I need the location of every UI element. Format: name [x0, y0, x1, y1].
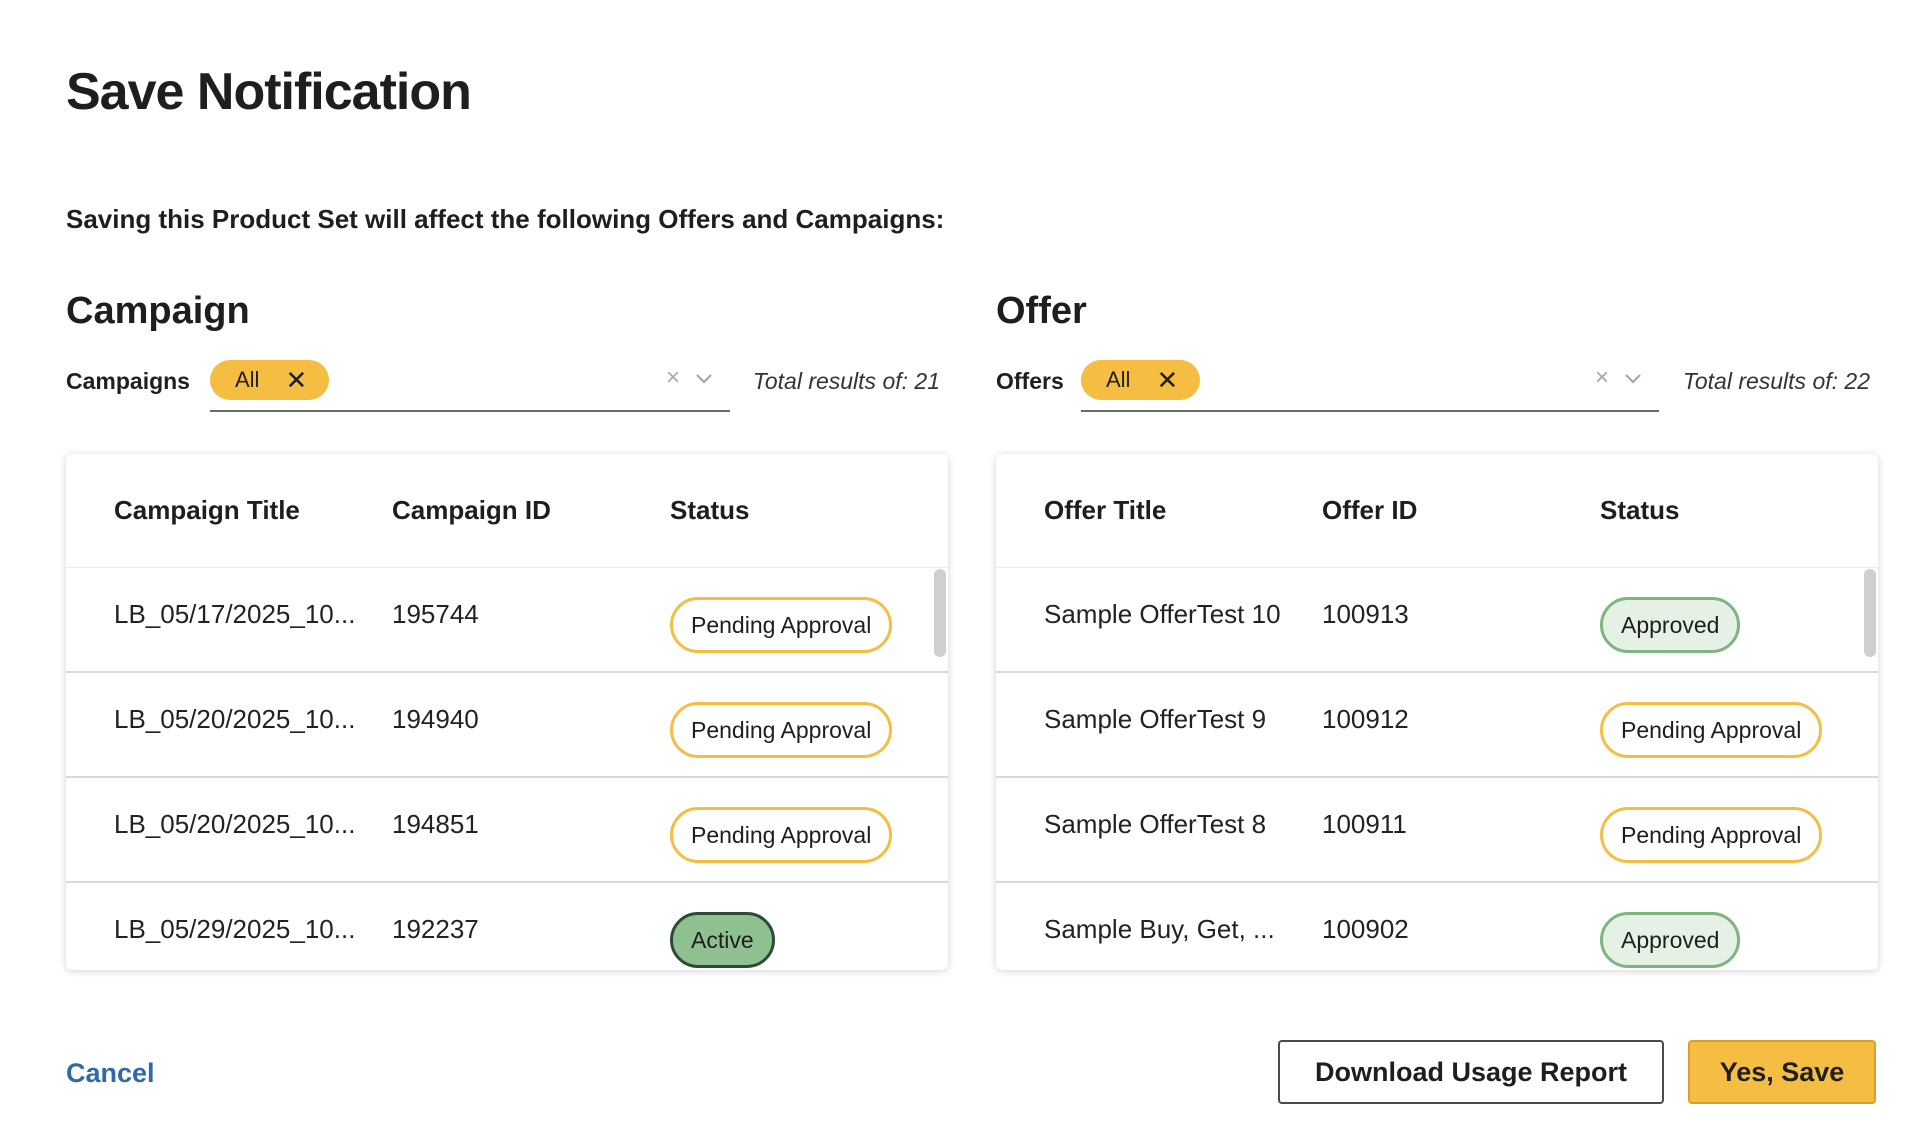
column-header-title: Offer Title — [1044, 495, 1167, 525]
offers-filter-label: Offers — [996, 368, 1064, 394]
chip-label: All — [235, 367, 260, 392]
status-badge: Pending Approval — [670, 806, 893, 863]
column-header-title: Campaign Title — [114, 495, 300, 525]
campaign-id-cell: 194940 — [392, 704, 479, 734]
campaign-id-cell: 192237 — [392, 914, 479, 944]
chip-remove-icon[interactable]: ✕ — [285, 367, 307, 393]
offer-filter-row: Offers All ✕ × Total results of: 22 — [996, 354, 1878, 426]
table-row[interactable]: Sample OfferTest 8 100911 Pending Approv… — [996, 778, 1878, 883]
offer-id-cell: 100912 — [1322, 704, 1409, 734]
offer-total-results: Total results of: 22 — [1682, 368, 1870, 394]
column-header-status: Status — [670, 495, 750, 525]
save-notification-dialog: Save Notification Saving this Product Se… — [0, 0, 1930, 1146]
table-header: Campaign Title Campaign ID Status — [66, 454, 948, 568]
offer-table-scrollbar[interactable] — [1864, 569, 1876, 657]
table-row[interactable]: LB_05/20/2025_10... 194851 Pending Appro… — [66, 778, 948, 883]
campaign-table-scrollbar[interactable] — [934, 569, 946, 657]
column-header-id: Campaign ID — [392, 495, 551, 525]
campaign-total-results: Total results of: 21 — [752, 368, 940, 394]
campaign-filter-row: Campaigns All ✕ × Total results of: 21 — [66, 354, 948, 426]
chip-label: All — [1106, 367, 1131, 392]
campaign-table: Campaign Title Campaign ID Status LB_05/… — [66, 454, 948, 970]
clear-icon[interactable]: × — [1595, 364, 1609, 392]
download-usage-report-button[interactable]: Download Usage Report — [1278, 1040, 1664, 1104]
status-badge: Pending Approval — [670, 701, 893, 758]
table-header: Offer Title Offer ID Status — [996, 454, 1878, 568]
campaign-section-title: Campaign — [66, 290, 250, 332]
status-badge: Pending Approval — [1600, 701, 1823, 758]
campaign-id-cell: 195744 — [392, 599, 479, 629]
campaign-title-cell: LB_05/20/2025_10... — [114, 704, 356, 734]
campaign-title-cell: LB_05/17/2025_10... — [114, 599, 356, 629]
offer-id-cell: 100913 — [1322, 599, 1409, 629]
table-row[interactable]: LB_05/29/2025_10... 192237 Active — [66, 883, 948, 970]
offers-all-chip: All ✕ — [1081, 360, 1201, 400]
offer-title-cell: Sample OfferTest 9 — [1044, 704, 1267, 734]
table-row[interactable]: Sample Buy, Get, ... 100902 Approved — [996, 883, 1878, 970]
table-row[interactable]: Sample OfferTest 10 100913 Approved — [996, 568, 1878, 673]
campaign-section: Campaign Campaigns All ✕ × Total results… — [66, 290, 948, 970]
clear-icon[interactable]: × — [666, 364, 680, 392]
offer-section-title: Offer — [996, 290, 1087, 332]
status-badge: Approved — [1600, 596, 1741, 653]
cancel-link[interactable]: Cancel — [66, 1058, 155, 1089]
campaign-title-cell: LB_05/29/2025_10... — [114, 914, 356, 944]
table-row[interactable]: LB_05/17/2025_10... 195744 Pending Appro… — [66, 568, 948, 673]
campaigns-select[interactable]: All ✕ × — [210, 354, 730, 412]
column-header-status: Status — [1600, 495, 1680, 525]
offer-id-cell: 100902 — [1322, 914, 1409, 944]
campaign-title-cell: LB_05/20/2025_10... — [114, 809, 356, 839]
chevron-down-icon[interactable] — [1623, 368, 1643, 388]
offer-id-cell: 100911 — [1322, 809, 1407, 839]
table-row[interactable]: Sample OfferTest 9 100912 Pending Approv… — [996, 673, 1878, 778]
column-header-id: Offer ID — [1322, 495, 1418, 525]
status-badge: Approved — [1600, 911, 1741, 968]
yes-save-button[interactable]: Yes, Save — [1688, 1040, 1876, 1104]
page-title: Save Notification — [66, 63, 472, 121]
status-badge: Active — [670, 911, 775, 968]
offers-select[interactable]: All ✕ × — [1081, 354, 1659, 412]
table-row[interactable]: LB_05/20/2025_10... 194940 Pending Appro… — [66, 673, 948, 778]
status-badge: Pending Approval — [1600, 806, 1823, 863]
offer-title-cell: Sample Buy, Get, ... — [1044, 914, 1275, 944]
chip-remove-icon[interactable]: ✕ — [1156, 367, 1178, 393]
dialog-subtitle: Saving this Product Set will affect the … — [66, 204, 945, 234]
offer-section: Offer Offers All ✕ × Total results of: 2… — [996, 290, 1878, 970]
campaign-id-cell: 194851 — [392, 809, 479, 839]
offer-title-cell: Sample OfferTest 10 — [1044, 599, 1281, 629]
campaigns-all-chip: All ✕ — [210, 360, 330, 400]
campaigns-filter-label: Campaigns — [66, 368, 190, 394]
status-badge: Pending Approval — [670, 596, 893, 653]
offer-table: Offer Title Offer ID Status Sample Offer… — [996, 454, 1878, 970]
offer-title-cell: Sample OfferTest 8 — [1044, 809, 1267, 839]
chevron-down-icon[interactable] — [694, 368, 714, 388]
